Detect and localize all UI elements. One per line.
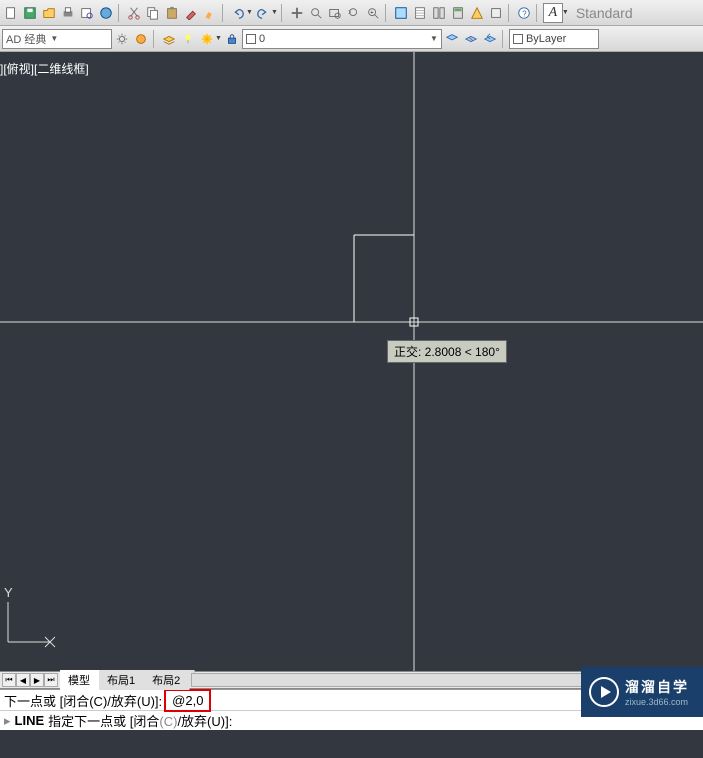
workspace-label: AD 经典 bbox=[6, 31, 50, 47]
publish-icon[interactable] bbox=[97, 4, 115, 22]
tab-first-icon[interactable]: ⏮ bbox=[2, 673, 16, 687]
cut-icon[interactable] bbox=[125, 4, 143, 22]
open-icon[interactable] bbox=[40, 4, 58, 22]
layer-properties-icon[interactable] bbox=[160, 30, 178, 48]
command-name: LINE bbox=[15, 713, 45, 728]
tab-model[interactable]: 模型 bbox=[60, 670, 105, 690]
separator bbox=[153, 30, 157, 48]
canvas-svg: Y bbox=[0, 52, 703, 671]
command-history-text: 下一点或 [闭合(C)/放弃(U)]: bbox=[4, 691, 162, 710]
color-combo[interactable]: ByLayer bbox=[509, 29, 599, 49]
calculator-icon[interactable] bbox=[449, 4, 467, 22]
help-icon[interactable]: ? bbox=[515, 4, 533, 22]
zoom-window-icon[interactable] bbox=[326, 4, 344, 22]
redo-icon[interactable] bbox=[254, 4, 272, 22]
layer-name-label: 0 bbox=[259, 33, 269, 45]
copy-icon[interactable] bbox=[144, 4, 162, 22]
separator bbox=[385, 4, 389, 22]
chevron-down-icon: ▼ bbox=[50, 34, 58, 43]
zoom-extents-icon[interactable]: + bbox=[364, 4, 382, 22]
tab-next-icon[interactable]: ▶ bbox=[30, 673, 44, 687]
secondary-toolbar: AD 经典 ▼ ▼ 0 ▼ ByLayer bbox=[0, 26, 703, 52]
bylayer-label: ByLayer bbox=[526, 33, 570, 45]
preview-icon[interactable] bbox=[78, 4, 96, 22]
layer-freeze-icon[interactable] bbox=[198, 30, 216, 48]
command-chevron-icon: ▸ bbox=[4, 713, 11, 729]
drawing-canvas[interactable]: Y ][俯视][二维线框] 正交: 2.8008 < 180° bbox=[0, 52, 703, 671]
watermark-url: zixue.3d66.com bbox=[625, 697, 689, 707]
properties-icon[interactable] bbox=[392, 4, 410, 22]
layer-combo[interactable]: 0 ▼ bbox=[242, 29, 442, 49]
pan-icon[interactable] bbox=[288, 4, 306, 22]
separator bbox=[536, 4, 540, 22]
zoom-realtime-icon[interactable] bbox=[307, 4, 325, 22]
save-icon[interactable] bbox=[21, 4, 39, 22]
tab-layout2[interactable]: 布局2 bbox=[144, 670, 195, 690]
layer-iso-icon[interactable] bbox=[462, 30, 480, 48]
separator bbox=[281, 4, 285, 22]
tab-nav-arrows: ⏮ ◀ ▶ ⏭ bbox=[0, 673, 60, 687]
svg-text:+: + bbox=[370, 9, 373, 15]
view-label[interactable]: ][俯视][二维线框] bbox=[0, 60, 89, 77]
svg-text:?: ? bbox=[522, 9, 527, 18]
workspace-combo[interactable]: AD 经典 ▼ bbox=[2, 29, 112, 49]
workspace-gear-icon[interactable] bbox=[113, 30, 131, 48]
main-toolbar: ▼ ▼ + ? A ▼ Standard bbox=[0, 0, 703, 26]
sheet-icon[interactable] bbox=[411, 4, 429, 22]
separator bbox=[508, 4, 512, 22]
redo-dropdown-icon[interactable]: ▼ bbox=[271, 9, 278, 16]
layer-on-icon[interactable] bbox=[179, 30, 197, 48]
command-input-highlight: @2,0 bbox=[164, 689, 211, 712]
layer-previous-icon[interactable] bbox=[481, 30, 499, 48]
svg-text:Y: Y bbox=[4, 585, 13, 600]
match-icon[interactable] bbox=[182, 4, 200, 22]
zoom-previous-icon[interactable] bbox=[345, 4, 363, 22]
play-icon bbox=[589, 677, 619, 707]
tab-last-icon[interactable]: ⏭ bbox=[44, 673, 58, 687]
tool-palettes-icon[interactable] bbox=[430, 4, 448, 22]
layer-state-icon[interactable] bbox=[443, 30, 461, 48]
style-name-label[interactable]: Standard bbox=[570, 5, 633, 21]
command-prompt: 指定下一点或 [闭合(C)/放弃(U)]: bbox=[48, 711, 232, 730]
tab-prev-icon[interactable]: ◀ bbox=[16, 673, 30, 687]
brush-icon[interactable] bbox=[201, 4, 219, 22]
workspace-settings-icon[interactable] bbox=[132, 30, 150, 48]
undo-dropdown-icon[interactable]: ▼ bbox=[246, 9, 253, 16]
text-style-icon[interactable]: A bbox=[543, 3, 563, 23]
undo-icon[interactable] bbox=[229, 4, 247, 22]
chevron-down-icon: ▼ bbox=[430, 34, 438, 43]
markup-icon[interactable] bbox=[468, 4, 486, 22]
print-icon[interactable] bbox=[59, 4, 77, 22]
new-icon[interactable] bbox=[2, 4, 20, 22]
dynamic-input-tooltip: 正交: 2.8008 < 180° bbox=[387, 340, 507, 363]
layer-lock-icon[interactable] bbox=[223, 30, 241, 48]
color-swatch bbox=[513, 34, 523, 44]
separator bbox=[222, 4, 226, 22]
separator bbox=[502, 30, 506, 48]
tab-layout1[interactable]: 布局1 bbox=[99, 670, 150, 690]
quickcalc-icon[interactable] bbox=[487, 4, 505, 22]
separator bbox=[118, 4, 122, 22]
watermark-title: 溜溜自学 bbox=[625, 677, 689, 697]
paste-icon[interactable] bbox=[163, 4, 181, 22]
style-dropdown-icon[interactable]: ▼ bbox=[562, 9, 569, 16]
watermark-logo: 溜溜自学 zixue.3d66.com bbox=[581, 667, 703, 717]
layer-color-swatch bbox=[246, 34, 256, 44]
layer-freeze-dropdown[interactable]: ▼ bbox=[215, 35, 222, 42]
